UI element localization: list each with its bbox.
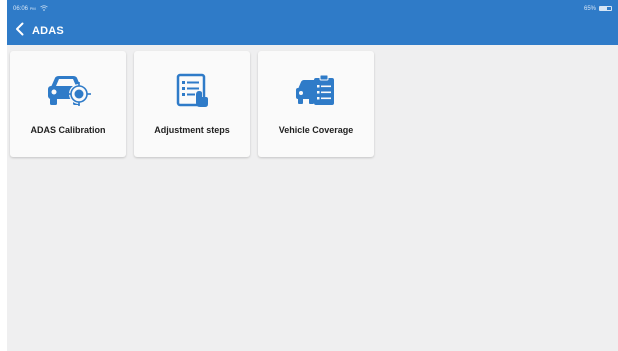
tile-adjustment-steps[interactable]: Adjustment steps: [134, 51, 250, 157]
battery-fill: [600, 7, 608, 10]
vehicle-coverage-icon: [293, 71, 339, 111]
status-right: 65%: [584, 6, 612, 12]
tile-vehicle-coverage[interactable]: Vehicle Coverage: [258, 51, 374, 157]
screen: 06:06 PM 65% ADAS ADAS Calibration Adjus…: [7, 0, 618, 351]
checklist-icon: [169, 71, 215, 111]
page-title: ADAS: [32, 25, 64, 37]
app-bar: ADAS: [7, 17, 618, 45]
status-time-value: 06:06: [13, 5, 29, 12]
tile-label: Adjustment steps: [154, 125, 230, 135]
chevron-left-icon: [15, 22, 24, 41]
battery-percent: 65%: [583, 5, 596, 12]
tile-adas-calibration[interactable]: ADAS Calibration: [10, 51, 126, 157]
status-time: 06:06 PM: [13, 6, 36, 12]
car-calibration-icon: [45, 71, 91, 111]
status-left: 06:06 PM: [13, 4, 48, 13]
status-ampm: PM: [29, 5, 36, 11]
tile-label: ADAS Calibration: [30, 125, 106, 135]
back-button[interactable]: [12, 21, 26, 41]
status-bar: 06:06 PM 65%: [7, 0, 618, 17]
tile-grid: ADAS Calibration Adjustment steps Vehicl…: [10, 51, 374, 157]
battery-icon: [599, 6, 612, 11]
tile-label: Vehicle Coverage: [278, 125, 354, 135]
wifi-icon: [39, 4, 48, 13]
